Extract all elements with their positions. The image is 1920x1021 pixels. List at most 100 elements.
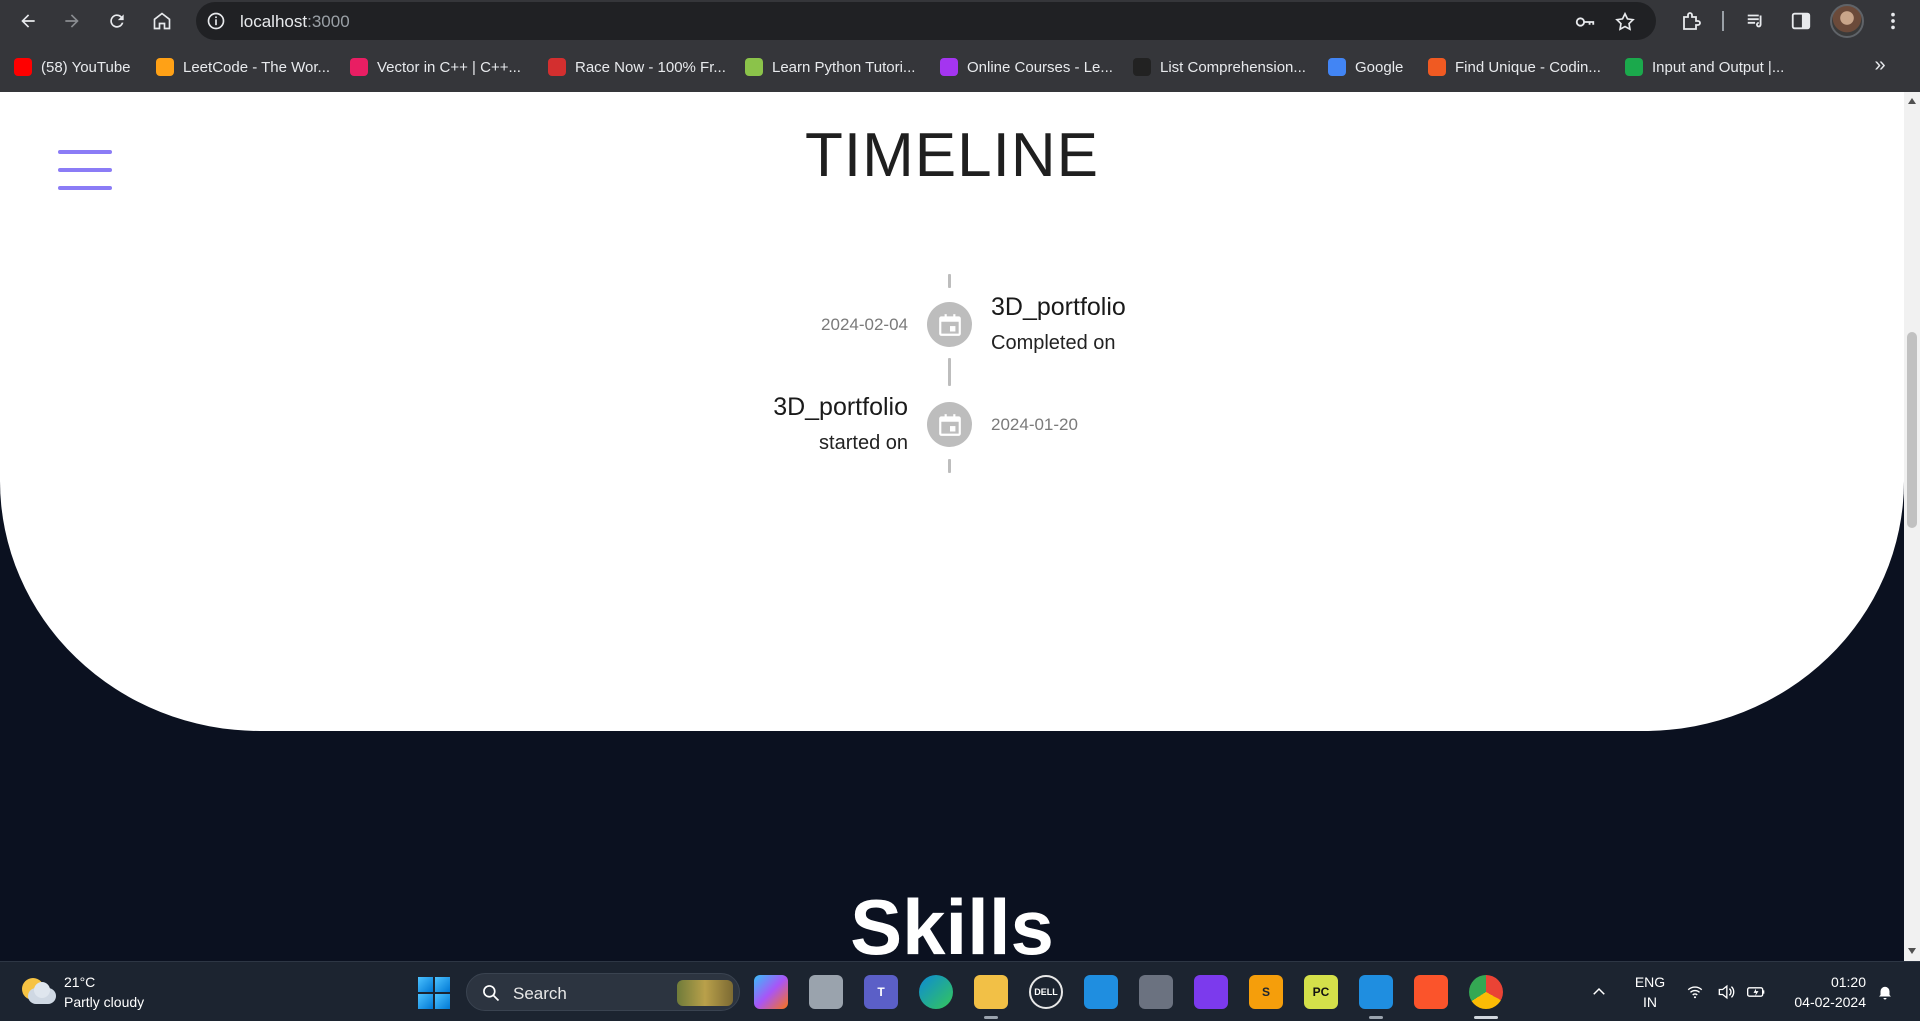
key-icon[interactable]	[1574, 11, 1596, 33]
copilot-icon[interactable]	[754, 975, 788, 1009]
app-running-indicator	[1369, 1016, 1383, 1019]
bookmarks-overflow-chevron-icon[interactable]: »	[1866, 54, 1894, 80]
pycharm-icon[interactable]: PC	[1304, 975, 1338, 1009]
google-icon	[1328, 58, 1346, 76]
back-button[interactable]	[12, 5, 44, 37]
vscode-icon[interactable]	[1359, 975, 1393, 1009]
timeline-connector-top	[948, 274, 951, 288]
forward-arrow-icon	[65, 14, 79, 28]
bookmark-label: Input and Output |...	[1652, 58, 1785, 76]
bookmark-label: (58) YouTube	[41, 58, 131, 76]
vector-site-icon	[350, 58, 368, 76]
toolbar-divider	[1722, 11, 1724, 31]
sublime-text-icon[interactable]: S	[1249, 975, 1283, 1009]
search-highlight-image	[677, 980, 733, 1006]
wifi-icon[interactable]	[1686, 962, 1704, 1021]
file-explorer-icon[interactable]	[974, 975, 1008, 1009]
forward-button[interactable]	[56, 5, 88, 37]
bookmark-item[interactable]: LeetCode - The Wor...	[156, 56, 330, 78]
brave-icon[interactable]	[1414, 975, 1448, 1009]
home-icon	[153, 12, 171, 30]
bookmark-label: Online Courses - Le...	[967, 58, 1113, 76]
windows-start-icon[interactable]	[418, 977, 450, 1009]
site-info-icon[interactable]	[206, 11, 226, 31]
puzzle-icon	[1683, 12, 1701, 30]
app-active-indicator	[1474, 1016, 1498, 1019]
timeline-connector-middle	[948, 358, 951, 386]
event-title: 3D_portfolio	[773, 393, 908, 421]
url-text[interactable]: localhost:3000	[240, 12, 350, 32]
hackerrank-icon	[1625, 58, 1643, 76]
event-date: 2024-02-04	[821, 315, 908, 334]
taskbar-search-box[interactable]: Search	[466, 973, 740, 1011]
bookmark-label: Race Now - 100% Fr...	[575, 58, 726, 76]
list-comp-icon	[1133, 58, 1151, 76]
bookmark-item[interactable]: Race Now - 100% Fr...	[548, 56, 726, 78]
clock-date: 04-02-2024	[1794, 994, 1866, 1010]
event-subtitle: Completed on	[991, 332, 1116, 354]
bookmark-item[interactable]: Google	[1328, 56, 1403, 78]
weather-widget[interactable]: 21°C Partly cloudy	[20, 972, 144, 1012]
youtube-icon	[14, 58, 32, 76]
bookmark-item[interactable]: Vector in C++ | C++...	[350, 56, 521, 78]
search-label: Search	[513, 984, 567, 1003]
windows-taskbar: 21°C Partly cloudy Search T DELL S PC EN…	[0, 961, 1920, 1021]
system-clock[interactable]: 01:20 04-02-2024	[1780, 972, 1866, 1012]
page-scrollbar[interactable]	[1904, 92, 1920, 961]
address-bar[interactable]: localhost:3000	[196, 2, 1656, 40]
bookmark-item[interactable]: Online Courses - Le...	[940, 56, 1113, 78]
skills-heading: Skills	[850, 883, 1054, 961]
language-indicator[interactable]: ENG IN	[1632, 972, 1668, 1012]
bookmark-label: List Comprehension...	[1160, 58, 1306, 76]
bookmark-item[interactable]: Input and Output |...	[1625, 56, 1784, 78]
python-tutorial-icon	[745, 58, 763, 76]
media-control-button[interactable]	[1741, 6, 1771, 36]
browser-menu-button[interactable]	[1878, 6, 1908, 36]
browser-toolbar: localhost:3000	[0, 0, 1920, 42]
search-icon	[483, 985, 500, 1002]
language-code: ENG	[1634, 974, 1666, 990]
region-code: IN	[1643, 994, 1657, 1010]
volume-icon[interactable]	[1716, 962, 1736, 1021]
teams-icon[interactable]: T	[864, 975, 898, 1009]
app-running-indicator	[984, 1016, 998, 1019]
bookmark-item[interactable]: Learn Python Tutori...	[745, 56, 915, 78]
page-viewport: TIMELINE 2024-02-04 3D_portfolio Complet…	[0, 92, 1904, 961]
side-panel-button[interactable]	[1786, 6, 1816, 36]
bookmark-label: Find Unique - Codin...	[1455, 58, 1601, 76]
event-subtitle: started on	[819, 432, 908, 454]
event-date: 2024-01-20	[991, 415, 1078, 434]
edge-icon[interactable]	[919, 975, 953, 1009]
scrollbar-thumb[interactable]	[1907, 332, 1917, 528]
bookmark-item[interactable]: List Comprehension...	[1133, 56, 1306, 78]
reload-icon	[110, 14, 124, 28]
home-button[interactable]	[146, 5, 178, 37]
partly-cloudy-icon	[20, 974, 56, 1010]
camera-icon[interactable]	[1139, 975, 1173, 1009]
show-hidden-icons-chevron-icon[interactable]	[1590, 962, 1608, 1021]
profile-avatar[interactable]	[1830, 4, 1864, 38]
bookmark-label: Vector in C++ | C++...	[377, 58, 521, 76]
timeline-connector-bottom	[948, 459, 951, 473]
dell-icon[interactable]: DELL	[1029, 975, 1063, 1009]
notification-bell-icon[interactable]	[1876, 962, 1894, 1021]
leetcode-icon	[156, 58, 174, 76]
mail-icon[interactable]	[1084, 975, 1118, 1009]
bookmarks-bar: (58) YouTube LeetCode - The Wor... Vector …	[0, 50, 1920, 84]
bookmark-star-icon[interactable]	[1614, 11, 1636, 33]
visual-studio-icon[interactable]	[1194, 975, 1228, 1009]
task-view-icon[interactable]	[809, 975, 843, 1009]
calendar-icon	[938, 313, 961, 336]
reload-button[interactable]	[101, 5, 133, 37]
coding-ninjas-icon	[1428, 58, 1446, 76]
weather-temperature: 21°C	[64, 974, 96, 990]
scroll-down-arrow-icon[interactable]	[1908, 948, 1916, 954]
scroll-up-arrow-icon[interactable]	[1908, 98, 1916, 104]
battery-charging-icon[interactable]	[1746, 962, 1766, 1021]
chrome-icon[interactable]	[1469, 975, 1503, 1009]
bookmark-label: Google	[1355, 58, 1404, 76]
extensions-button[interactable]	[1676, 6, 1706, 36]
bookmark-item[interactable]: (58) YouTube	[14, 56, 131, 78]
bookmark-item[interactable]: Find Unique - Codin...	[1428, 56, 1601, 78]
back-arrow-icon	[21, 14, 35, 28]
